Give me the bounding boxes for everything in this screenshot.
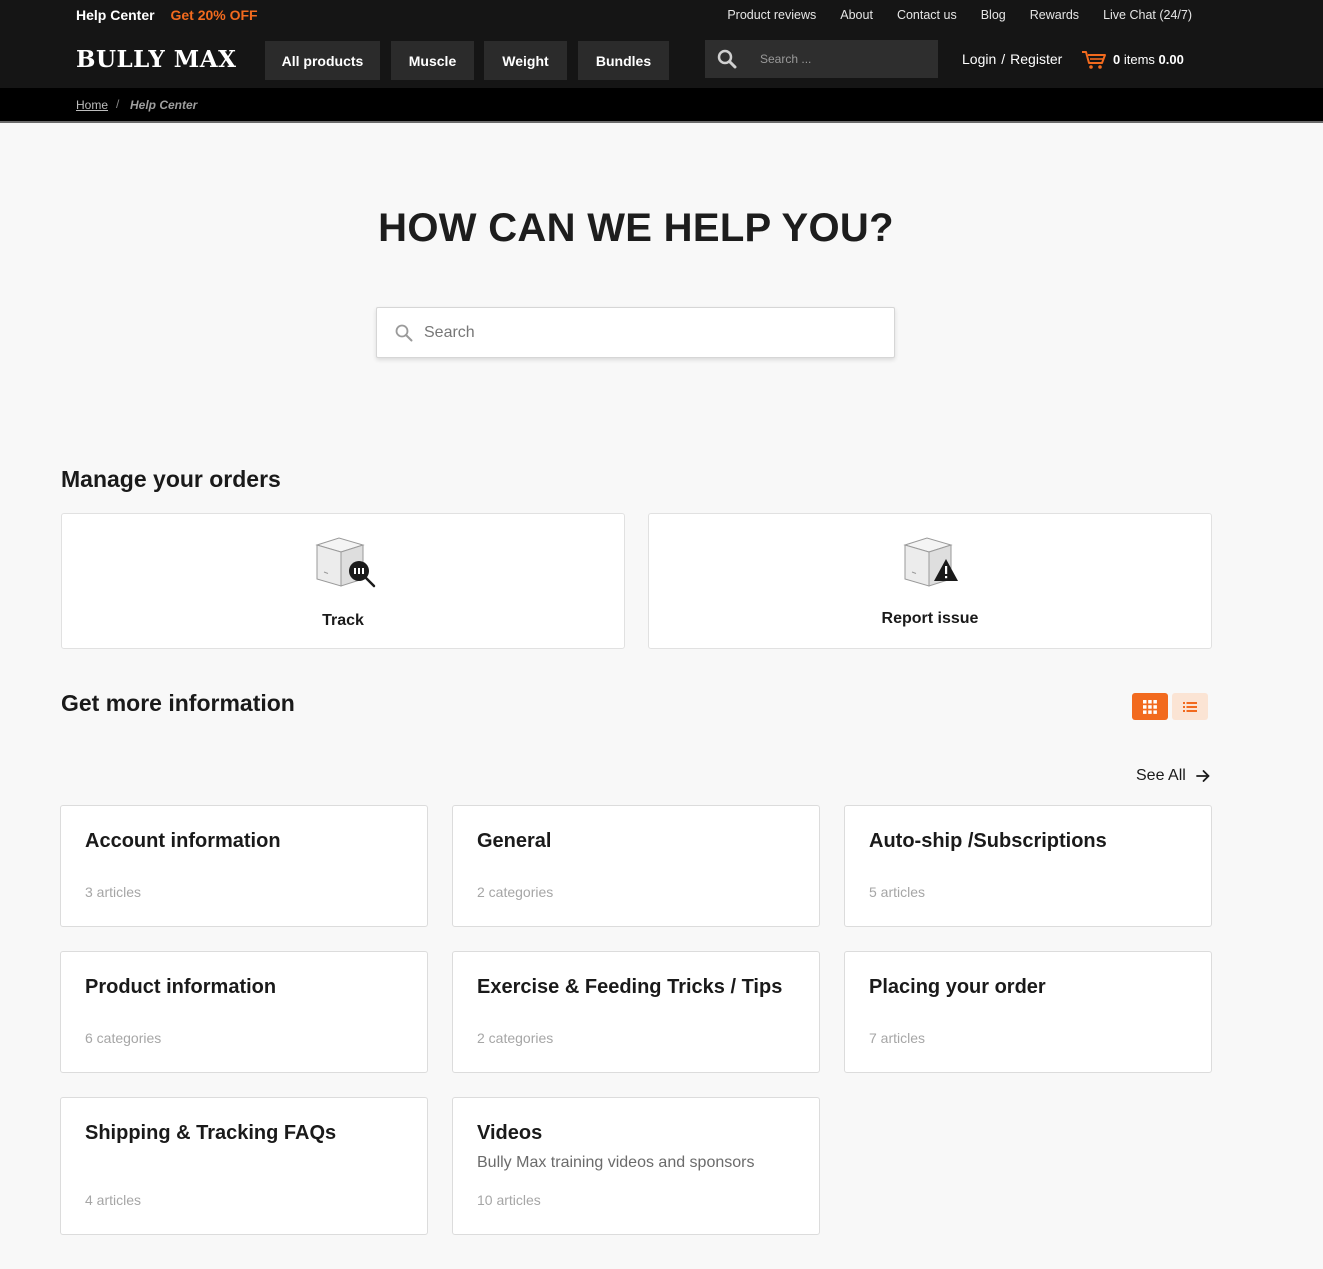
topbar-left: Help Center Get 20% OFF xyxy=(76,7,258,23)
category-title: Auto-ship /Subscriptions xyxy=(869,830,1107,852)
nav-all-products[interactable]: All products xyxy=(265,41,380,80)
help-search-placeholder: Search xyxy=(424,324,475,341)
grid-icon xyxy=(1143,700,1157,714)
category-title: Placing your order xyxy=(869,976,1046,998)
category-count: 5 articles xyxy=(869,884,926,900)
login-separator: / xyxy=(1001,51,1006,67)
site-logo[interactable]: BULLY MAX xyxy=(76,46,236,73)
search-icon[interactable] xyxy=(717,49,737,69)
box-warning-icon xyxy=(903,537,958,587)
box-search-icon xyxy=(315,537,376,588)
site-header: Help Center Get 20% OFF Product reviews … xyxy=(0,0,1323,88)
top-links: Product reviews About Contact us Blog Re… xyxy=(727,8,1192,22)
nav-bundles[interactable]: Bundles xyxy=(578,41,669,80)
category-count: 3 articles xyxy=(85,884,142,900)
help-center-link[interactable]: Help Center xyxy=(76,7,155,23)
cart-summary[interactable]: 0 items 0.00 xyxy=(1113,52,1184,67)
register-link[interactable]: Register xyxy=(1010,51,1062,67)
category-count: 7 articles xyxy=(869,1030,926,1046)
category-title: Videos xyxy=(477,1122,543,1144)
track-order-card[interactable]: Track xyxy=(61,513,625,649)
top-link-live-chat[interactable]: Live Chat (24/7) xyxy=(1103,8,1192,22)
cart-count: 0 xyxy=(1113,52,1121,67)
breadcrumb-separator: / xyxy=(116,97,120,111)
cart-total: 0.00 xyxy=(1158,52,1184,67)
category-card-videos[interactable]: Videos Bully Max training videos and spo… xyxy=(452,1097,820,1235)
cart-icon[interactable] xyxy=(1081,50,1107,70)
category-count: 2 categories xyxy=(477,884,554,900)
header-search-input[interactable]: Search ... xyxy=(705,40,938,78)
track-label: Track xyxy=(322,612,364,629)
report-issue-card[interactable]: Report issue xyxy=(648,513,1212,649)
list-icon xyxy=(1183,702,1197,712)
manage-orders-title: Manage your orders xyxy=(61,466,281,492)
category-count: 4 articles xyxy=(85,1192,142,1208)
category-count: 10 articles xyxy=(477,1192,541,1208)
category-title: General xyxy=(477,830,552,852)
category-card-shipping-tracking[interactable]: Shipping & Tracking FAQs 4 articles xyxy=(60,1097,428,1235)
arrow-right-icon xyxy=(1196,770,1210,782)
category-title: Account information xyxy=(85,830,281,852)
search-icon xyxy=(395,324,413,342)
category-card-account-information[interactable]: Account information 3 articles xyxy=(60,805,428,927)
login-link[interactable]: Login xyxy=(962,51,996,67)
header-search-placeholder: Search ... xyxy=(760,52,812,66)
category-title: Product information xyxy=(85,976,277,998)
breadcrumb-current: Help Center xyxy=(130,98,198,112)
report-issue-label: Report issue xyxy=(881,610,979,627)
category-title: Shipping & Tracking FAQs xyxy=(85,1122,337,1144)
top-link-contact[interactable]: Contact us xyxy=(897,8,957,22)
cart-items-label: items xyxy=(1123,52,1155,67)
top-link-product-reviews[interactable]: Product reviews xyxy=(727,8,816,22)
see-all-label: See All xyxy=(1136,767,1186,784)
category-card-general[interactable]: General 2 categories xyxy=(452,805,820,927)
page-title: HOW CAN WE HELP YOU? xyxy=(378,206,894,250)
category-card-exercise-feeding[interactable]: Exercise & Feeding Tricks / Tips 2 categ… xyxy=(452,951,820,1073)
top-link-about[interactable]: About xyxy=(840,8,873,22)
category-card-product-information[interactable]: Product information 6 categories xyxy=(60,951,428,1073)
category-card-auto-ship[interactable]: Auto-ship /Subscriptions 5 articles xyxy=(844,805,1212,927)
grid-view-toggle[interactable] xyxy=(1132,693,1168,720)
top-link-rewards[interactable]: Rewards xyxy=(1030,8,1079,22)
top-link-blog[interactable]: Blog xyxy=(981,8,1006,22)
breadcrumb-home[interactable]: Home xyxy=(76,98,108,112)
category-count: 6 categories xyxy=(85,1030,162,1046)
see-all-link[interactable]: See All xyxy=(1136,767,1210,785)
category-card-placing-order[interactable]: Placing your order 7 articles xyxy=(844,951,1212,1073)
promo-link[interactable]: Get 20% OFF xyxy=(170,7,257,23)
nav-weight[interactable]: Weight xyxy=(484,41,567,80)
account-links: Login / Register xyxy=(962,51,1062,67)
category-description: Bully Max training videos and sponsors xyxy=(477,1154,755,1171)
help-search-input[interactable]: Search xyxy=(376,307,895,358)
breadcrumb: Home / Help Center xyxy=(0,88,1323,123)
list-view-toggle[interactable] xyxy=(1172,693,1208,720)
category-count: 2 categories xyxy=(477,1030,554,1046)
nav-muscle[interactable]: Muscle xyxy=(391,41,474,80)
more-info-title: Get more information xyxy=(61,690,295,716)
category-title: Exercise & Feeding Tricks / Tips xyxy=(477,976,783,998)
